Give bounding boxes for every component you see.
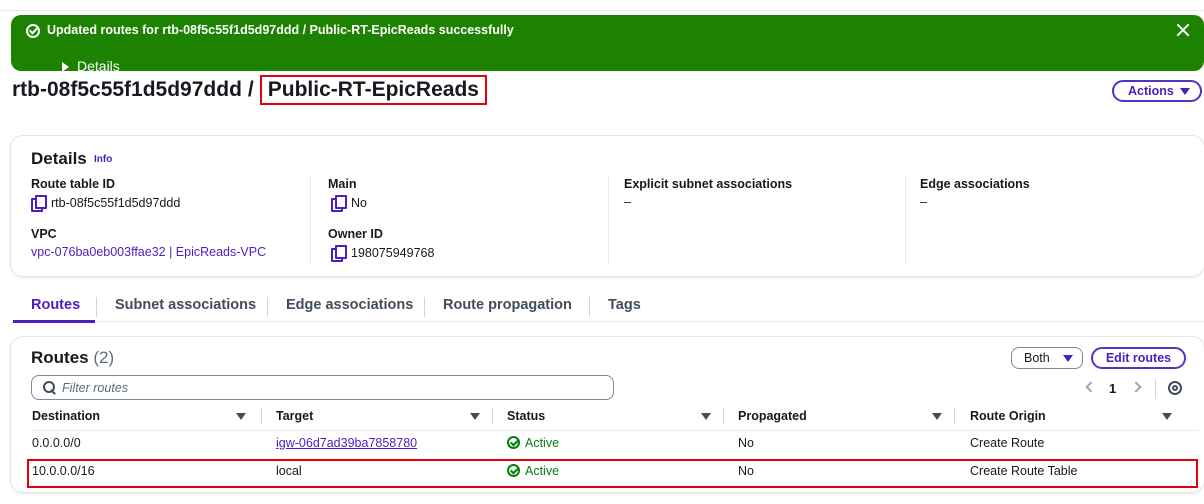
search-icon — [43, 381, 55, 393]
route-table-id-title: rtb-08f5c55f1d5d97ddd — [12, 78, 242, 101]
tab-route-propagation[interactable]: Route propagation — [443, 297, 572, 313]
routes-heading: Routes (2) — [31, 348, 114, 368]
route-propagated: No — [738, 436, 754, 450]
copy-icon[interactable] — [331, 245, 347, 262]
column-divider — [310, 176, 311, 264]
active-tab-indicator — [13, 320, 95, 323]
tab-separator — [424, 297, 425, 317]
explicit-subnet-label: Explicit subnet associations — [624, 177, 793, 191]
main-value: No — [331, 195, 367, 212]
sort-caret-icon[interactable] — [470, 413, 480, 420]
route-destination: 0.0.0.0/0 — [32, 436, 81, 450]
route-status-text: Active — [525, 436, 560, 450]
route-origin: Create Route — [970, 436, 1045, 450]
vpc-label: VPC — [31, 227, 57, 241]
owner-id-value: 198075949768 — [331, 245, 435, 262]
tab-separator — [96, 297, 97, 317]
pagination-separator — [1155, 379, 1156, 399]
caret-right-icon[interactable] — [62, 62, 69, 72]
success-flash-banner: Updated routes for rtb-08f5c55f1d5d97ddd… — [11, 15, 1204, 74]
column-header-status[interactable]: Status — [507, 409, 545, 423]
column-separator[interactable] — [492, 408, 493, 424]
owner-id-text: 198075949768 — [351, 246, 435, 260]
tab-tags[interactable]: Tags — [608, 297, 641, 313]
sort-caret-icon[interactable] — [236, 413, 246, 420]
highlight-box — [27, 459, 1198, 488]
filter-routes-box[interactable] — [31, 375, 614, 400]
tab-subnet-associations[interactable]: Subnet associations — [115, 297, 256, 313]
edit-routes-button[interactable]: Edit routes — [1091, 347, 1186, 369]
column-header-route-origin[interactable]: Route Origin — [970, 409, 1046, 423]
main-label: Main — [328, 177, 357, 191]
page-title: rtb-08f5c55f1d5d97ddd / Public-RT-EpicRead… — [12, 75, 487, 105]
column-separator[interactable] — [261, 408, 262, 424]
close-icon[interactable] — [1176, 23, 1190, 37]
route-table-id-text: rtb-08f5c55f1d5d97ddd — [51, 196, 181, 210]
route-filter-select[interactable]: Both — [1011, 347, 1083, 369]
tabs-divider — [11, 321, 1204, 322]
column-header-target[interactable]: Target — [276, 409, 313, 423]
vpc-link[interactable]: vpc-076ba0eb003ffae32 | EpicReads-VPC — [31, 245, 266, 259]
actions-button[interactable]: Actions — [1112, 80, 1202, 102]
edge-associations-value: – — [920, 195, 927, 209]
routes-count: (2) — [93, 348, 115, 367]
check-circle-icon — [507, 436, 520, 449]
main-value-text: No — [351, 196, 367, 210]
route-table-id-label: Route table ID — [31, 177, 116, 191]
chevron-right-icon[interactable] — [1130, 381, 1142, 393]
column-separator[interactable] — [723, 408, 724, 424]
route-status: Active — [507, 436, 559, 450]
tab-separator — [589, 297, 590, 317]
actions-label: Actions — [1128, 84, 1174, 98]
title-separator: / — [247, 78, 254, 101]
sort-caret-icon[interactable] — [1162, 413, 1172, 420]
column-divider — [905, 176, 906, 264]
flash-details-toggle[interactable]: Details — [77, 58, 120, 74]
tab-routes[interactable]: Routes — [31, 297, 80, 313]
route-table-name-title: Public-RT-EpicReads — [259, 75, 487, 105]
column-divider — [608, 176, 609, 264]
filter-routes-input[interactable] — [62, 379, 602, 397]
flash-message: Updated routes for rtb-08f5c55f1d5d97ddd… — [47, 23, 514, 37]
caret-down-icon — [1063, 355, 1073, 362]
gear-icon[interactable] — [1168, 381, 1182, 395]
owner-id-label: Owner ID — [328, 227, 383, 241]
top-divider — [0, 10, 1204, 11]
copy-icon[interactable] — [31, 195, 47, 212]
chevron-left-icon[interactable] — [1085, 381, 1097, 393]
routes-title-text: Routes — [31, 348, 89, 367]
route-table-id-value: rtb-08f5c55f1d5d97ddd — [31, 195, 181, 212]
sort-caret-icon[interactable] — [932, 413, 942, 420]
success-icon — [26, 24, 40, 38]
details-panel: Details Info Route table ID rtb-08f5c55f… — [11, 136, 1204, 276]
column-header-propagated[interactable]: Propagated — [738, 409, 807, 423]
info-link[interactable]: Info — [94, 154, 112, 165]
column-header-destination[interactable]: Destination — [32, 409, 100, 423]
sort-caret-icon[interactable] — [701, 413, 711, 420]
details-heading: Details — [31, 149, 87, 168]
copy-icon[interactable] — [331, 195, 347, 212]
tab-edge-associations[interactable]: Edge associations — [286, 297, 413, 313]
caret-down-icon — [1180, 88, 1190, 95]
edge-associations-label: Edge associations — [920, 177, 1030, 191]
route-filter-select-value: Both — [1024, 351, 1050, 365]
route-target-link[interactable]: igw-06d7ad39ba7858780 — [276, 436, 417, 450]
explicit-subnet-value: – — [624, 195, 631, 209]
table-header-divider — [31, 430, 1199, 431]
tab-separator — [267, 297, 268, 317]
pagination-current-page[interactable]: 1 — [1109, 381, 1116, 396]
column-separator[interactable] — [954, 408, 955, 424]
